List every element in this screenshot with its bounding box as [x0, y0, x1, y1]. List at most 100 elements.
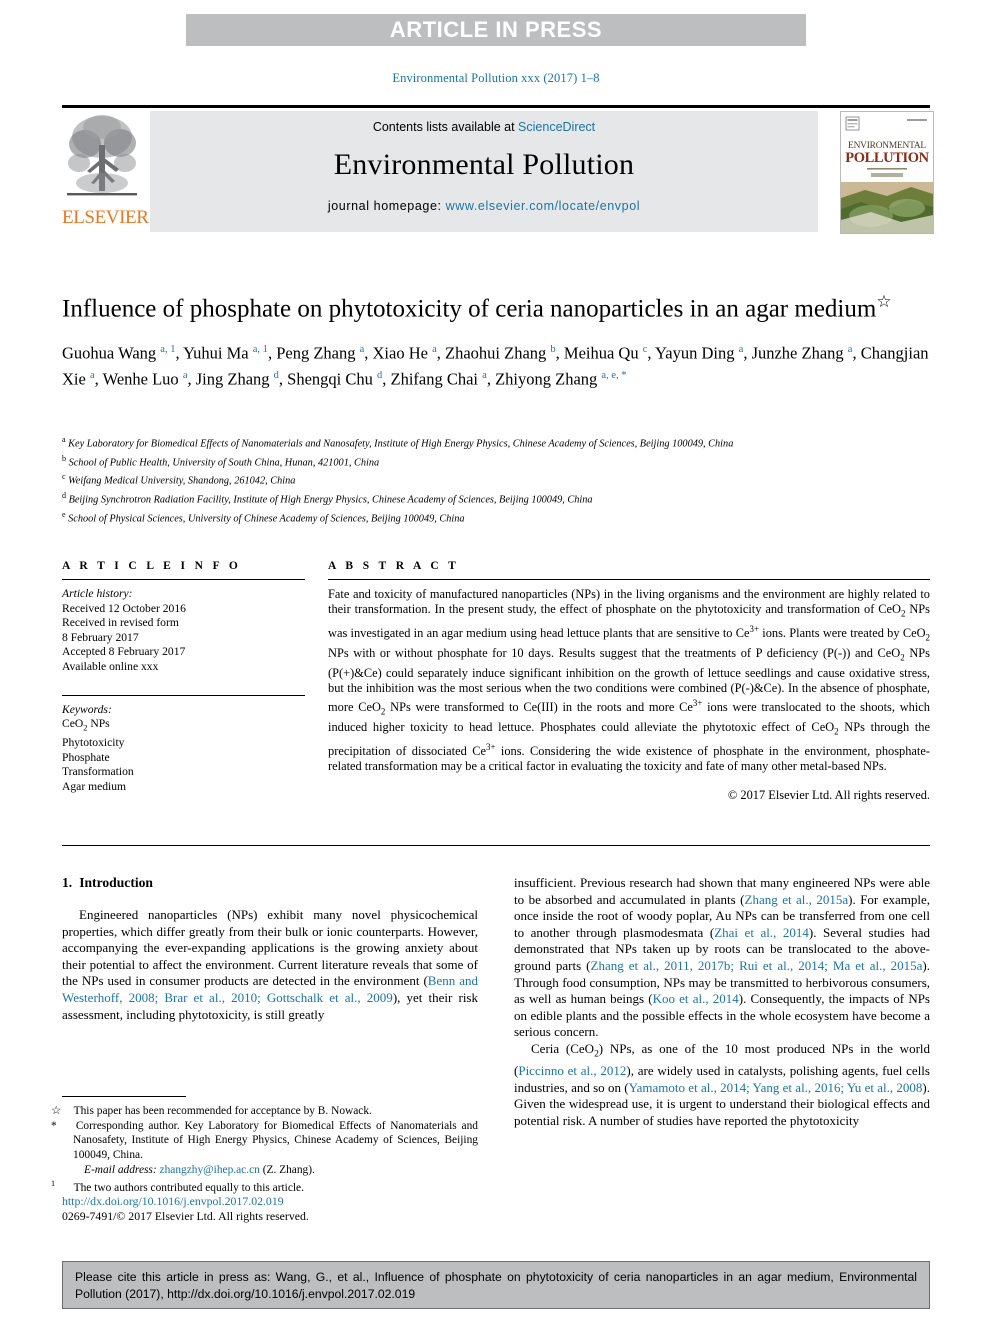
article-info-column: A R T I C L E I N F O Article history: R… — [62, 560, 305, 794]
keywords-label: Keywords: — [62, 702, 112, 716]
footnote-email-line: E-mail address: zhangzhy@ihep.ac.cn (Z. … — [62, 1163, 478, 1177]
keyword-item: CeO2 NPs — [62, 717, 110, 733]
article-history-block: Article history: Received 12 October 201… — [62, 587, 305, 675]
page-title: Influence of phosphate on phytotoxicity … — [62, 286, 930, 325]
cite-this-article-text: Please cite this article in press as: Wa… — [75, 1270, 917, 1301]
citation-link[interactable]: Zhang et al., 2015a — [745, 892, 849, 907]
masthead-top-rule — [62, 105, 930, 108]
keyword-item: Phosphate — [62, 750, 110, 764]
abstract-rule — [328, 579, 930, 580]
title-and-authors: Influence of phosphate on phytotoxicity … — [62, 286, 930, 390]
affiliation-text: Beijing Synchrotron Radiation Facility, … — [66, 494, 593, 506]
elsevier-wordmark: ELSEVIER — [62, 207, 149, 228]
affiliation-list: a Key Laboratory for Biomedical Effects … — [62, 433, 930, 526]
journal-cover-thumbnail: ENVIRONMENTAL POLLUTION — [840, 111, 934, 234]
doi-link[interactable]: http://dx.doi.org/10.1016/j.envpol.2017.… — [62, 1194, 284, 1208]
article-history-label: Article history: — [62, 587, 133, 600]
body-column-right: insufficient. Previous research had show… — [514, 875, 930, 1130]
issn-copyright-line: 0269-7491/© 2017 Elsevier Ltd. All right… — [62, 1209, 309, 1223]
citation-link[interactable]: Zhang et al., 2011, 2017b; Rui et al., 2… — [591, 958, 923, 973]
journal-title: Environmental Pollution — [333, 148, 635, 181]
affiliation-text: School of Public Health, University of S… — [66, 457, 380, 469]
affiliation-text: Weifang Medical University, Shandong, 26… — [65, 475, 296, 487]
affiliation-item: a Key Laboratory for Biomedical Effects … — [62, 433, 930, 451]
contents-prefix: Contents lists available at — [372, 120, 519, 134]
cite-this-article-box: Please cite this article in press as: Wa… — [62, 1261, 930, 1309]
history-line: 8 February 2017 — [62, 630, 139, 644]
footnote-note-marker: 1 — [51, 1179, 56, 1189]
footnote-corresponding-marker: * — [51, 1120, 57, 1133]
keyword-item: Agar medium — [62, 779, 127, 793]
footnote-equal-contribution: 1 The two authors contributed equally to… — [51, 1177, 478, 1195]
email-label: E-mail address: — [84, 1163, 157, 1176]
author-name: Shengqi Chu — [287, 369, 377, 389]
author-name: Meihua Qu — [563, 343, 643, 363]
affiliation-text: School of Physical Sciences, University … — [65, 512, 465, 524]
citation-link[interactable]: Benn and Westerhoff, 2008; Brar et al., … — [62, 973, 478, 1005]
affiliation-item: d Beijing Synchrotron Radiation Facility… — [62, 489, 930, 507]
affiliation-item: b School of Public Health, University of… — [62, 452, 930, 470]
journal-masthead: ELSEVIER Contents lists available at Sci… — [62, 105, 934, 234]
author-affiliation-marker: a — [359, 344, 365, 356]
affiliation-item: e School of Physical Sciences, Universit… — [62, 508, 930, 526]
doi-block: http://dx.doi.org/10.1016/j.envpol.2017.… — [62, 1194, 478, 1224]
title-footnote-marker: ☆ — [876, 292, 892, 311]
author-name: Zhifang Chai — [390, 369, 483, 389]
history-line: Received 12 October 2016 — [62, 601, 186, 615]
footnote-note-text: The two authors contributed equally to t… — [73, 1181, 304, 1194]
email-owner: (Z. Zhang). — [262, 1163, 315, 1176]
abstract-text: Fate and toxicity of manufactured nanopa… — [328, 587, 931, 774]
citation-link[interactable]: Piccinno et al., 2012 — [518, 1063, 626, 1078]
author-list: Guohua Wang a, 1, Yuhui Ma a, 1, Peng Zh… — [62, 343, 929, 389]
affiliation-text: Key Laboratory for Biomedical Effects of… — [65, 438, 734, 450]
citation-link[interactable]: Yamamoto et al., 2014; Yang et al., 2016… — [629, 1080, 923, 1095]
elsevier-logo: ELSEVIER — [62, 111, 149, 233]
footnote-star: ☆ This paper has been recommended for ac… — [51, 1104, 478, 1118]
author-name: Junzhe Zhang — [751, 343, 848, 363]
history-line: Accepted 8 February 2017 — [62, 645, 186, 659]
journal-cover-image: ENVIRONMENTAL POLLUTION — [841, 112, 933, 233]
footnote-rule — [62, 1096, 186, 1097]
intro-paragraph-2: Ceria (CeO2) NPs, as one of the 10 most … — [514, 1040, 931, 1128]
article-in-press-banner: ARTICLE IN PRESS — [186, 14, 806, 46]
section-heading-introduction: 1. Introduction — [62, 875, 478, 891]
email-link[interactable]: zhangzhy@ihep.ac.cn — [160, 1164, 260, 1176]
author-name: Zhiyong Zhang — [495, 369, 602, 389]
author-affiliation-marker: b — [550, 344, 556, 356]
author-affiliation-marker: a — [738, 344, 744, 356]
author-name: Guohua Wang — [62, 343, 161, 363]
contents-line: Contents lists available at ScienceDirec… — [373, 120, 595, 134]
citation-link[interactable]: Koo et al., 2014 — [653, 991, 739, 1006]
journal-homepage-link[interactable]: www.elsevier.com/locate/envpol — [446, 199, 640, 213]
svg-text:POLLUTION: POLLUTION — [845, 150, 929, 166]
author-affiliation-marker: a, e, * — [601, 369, 627, 381]
abstract-copyright: © 2017 Elsevier Ltd. All rights reserved… — [727, 787, 930, 802]
journal-banner: Contents lists available at ScienceDirec… — [150, 111, 818, 232]
author-name: Wenhe Luo — [102, 369, 183, 389]
footnote-block: ☆ This paper has been recommended for ac… — [51, 1096, 478, 1196]
history-line: Available online xxx — [62, 659, 159, 673]
footnote-star-marker: ☆ — [51, 1105, 62, 1117]
running-head: Environmental Pollution xxx (2017) 1–8 — [392, 71, 600, 85]
author-name: Yayun Ding — [655, 343, 739, 363]
intro-paragraph-1: Engineered nanoparticles (NPs) exhibit m… — [62, 907, 478, 1022]
author-name: Zhaohui Zhang — [445, 343, 551, 363]
elsevier-tree-icon — [67, 115, 137, 196]
citation-link[interactable]: Zhai et al., 2014 — [714, 925, 809, 940]
keyword-item: Phytotoxicity — [62, 736, 125, 750]
keywords-block: Keywords: CeO2 NPs Phytotoxicity Phospha… — [62, 703, 305, 795]
author-affiliation-marker: a, 1 — [160, 344, 176, 356]
intro-paragraph-1-continued: insufficient. Previous research had show… — [514, 875, 931, 1040]
journal-homepage-line: journal homepage: www.elsevier.com/locat… — [328, 199, 640, 213]
footnote-corresponding-text: Corresponding author. Key Laboratory for… — [73, 1120, 478, 1161]
sciencedirect-link[interactable]: ScienceDirect — [518, 120, 595, 134]
keywords-rule — [62, 694, 305, 696]
author-name: Yuhui Ma — [183, 343, 253, 363]
article-in-press-label: ARTICLE IN PRESS — [389, 17, 603, 42]
history-line: Received in revised form — [62, 616, 179, 630]
article-info-heading: A R T I C L E I N F O — [62, 560, 242, 572]
author-affiliation-marker: c — [642, 344, 648, 356]
author-name: Peng Zhang — [276, 343, 360, 363]
section-title: Introduction — [79, 875, 153, 890]
